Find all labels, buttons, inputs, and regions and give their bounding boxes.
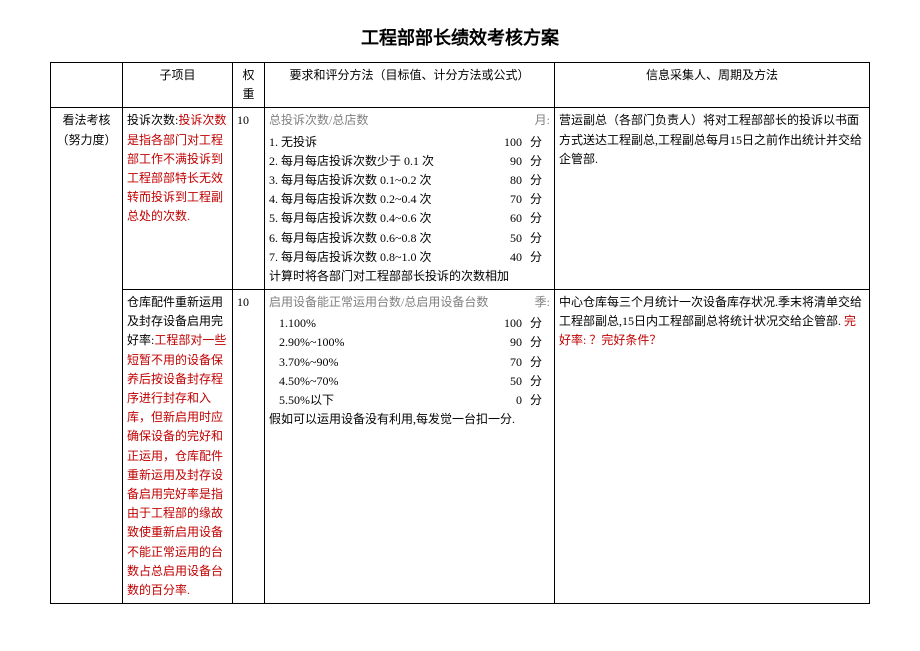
score-value: 80 (480, 171, 530, 190)
subitem-desc-red: 工程部对一些短暂不用的设备保养后按设备封存程序进行封存和入库，但新启用时应确保设… (127, 333, 226, 596)
score-label: 2. 每月每店投诉次数少于 0.1 次 (269, 152, 480, 171)
criteria-footer-black: 假如可以运用设备没有利用,每发觉一台扣一分. (269, 410, 550, 429)
header-info: 信息采集人、周期及方法 (555, 63, 870, 108)
subitem-desc-red: 投诉次数是指各部门对工程部工作不满投诉到工程部部特长无效转而投诉到工程副总处的次… (127, 113, 226, 223)
score-label: 2.90%~100% (279, 333, 480, 352)
score-unit: 分 (530, 372, 550, 391)
performance-table: 子项目 权重 要求和评分方法（目标值、计分方法或公式） 信息采集人、周期及方法 … (50, 62, 870, 604)
score-label: 3.70%~90% (279, 353, 480, 372)
table-row: 看法考核（努力度） 投诉次数:投诉次数是指各部门对工程部工作不满投诉到工程部部特… (51, 108, 870, 290)
table-row: 仓库配件重新运用及封存设备启用完好率:工程部对一些短暂不用的设备保养后按设备封存… (51, 290, 870, 604)
cell-info: 中心仓库每三个月统计一次设备库存状况.季末将清单交给工程部副总,15日内工程部副… (555, 290, 870, 604)
cell-weight: 10 (233, 108, 265, 290)
score-value: 40 (480, 248, 530, 267)
criteria-footer: 计算时将各部门对工程部部长投诉的次数相加 (269, 267, 550, 286)
criteria-period: 季: (535, 293, 550, 312)
cell-weight: 10 (233, 290, 265, 604)
criteria-formula: 总投诉次数/总店数 (269, 111, 368, 130)
score-value: 0 (480, 391, 530, 410)
info-black: 中心仓库每三个月统计一次设备库存状况.季末将清单交给工程部副总,15日内工程部副… (559, 295, 862, 328)
score-unit: 分 (530, 152, 550, 171)
header-subitem: 子项目 (123, 63, 233, 108)
score-unit: 分 (530, 391, 550, 410)
cell-info: 营运副总（各部门负责人）将对工程部部长的投诉以书面方式送达工程副总,工程副总每月… (555, 108, 870, 290)
score-value: 60 (480, 209, 530, 228)
score-label: 4. 每月每店投诉次数 0.2~0.4 次 (269, 190, 480, 209)
score-unit: 分 (530, 248, 550, 267)
criteria-period: 月: (535, 111, 550, 130)
score-unit: 分 (530, 133, 550, 152)
header-weight: 权重 (233, 63, 265, 108)
cell-criteria: 启用设备能正常运用台数/总启用设备台数 季: 1.100%100分 2.90%~… (265, 290, 555, 604)
score-unit: 分 (530, 190, 550, 209)
score-value: 90 (480, 152, 530, 171)
score-label: 4.50%~70% (279, 372, 480, 391)
cell-subitem: 仓库配件重新运用及封存设备启用完好率:工程部对一些短暂不用的设备保养后按设备封存… (123, 290, 233, 604)
score-value: 90 (480, 333, 530, 352)
header-category (51, 63, 123, 108)
score-unit: 分 (530, 209, 550, 228)
score-label: 5.50%以下 (279, 391, 480, 410)
criteria-formula: 启用设备能正常运用台数/总启用设备台数 (269, 293, 488, 312)
score-value: 100 (480, 314, 530, 333)
subitem-prefix: 投诉次数: (127, 113, 178, 127)
score-label: 3. 每月每店投诉次数 0.1~0.2 次 (269, 171, 480, 190)
score-label: 6. 每月每店投诉次数 0.6~0.8 次 (269, 229, 480, 248)
score-value: 70 (480, 190, 530, 209)
score-value: 70 (480, 353, 530, 372)
score-value: 50 (480, 372, 530, 391)
score-unit: 分 (530, 229, 550, 248)
score-unit: 分 (530, 353, 550, 372)
score-label: 7. 每月每店投诉次数 0.8~1.0 次 (269, 248, 480, 267)
score-value: 50 (480, 229, 530, 248)
score-label: 5. 每月每店投诉次数 0.4~0.6 次 (269, 209, 480, 228)
criteria-footer-black: 计算时将各部门对工程部部长投诉的次数相加 (269, 269, 509, 283)
cell-category: 看法考核（努力度） (51, 108, 123, 604)
score-unit: 分 (530, 333, 550, 352)
page-title: 工程部部长绩效考核方案 (50, 24, 870, 50)
score-label: 1.100% (279, 314, 480, 333)
table-header-row: 子项目 权重 要求和评分方法（目标值、计分方法或公式） 信息采集人、周期及方法 (51, 63, 870, 108)
score-unit: 分 (530, 171, 550, 190)
score-unit: 分 (530, 314, 550, 333)
score-label: 1. 无投诉 (269, 133, 480, 152)
cell-subitem: 投诉次数:投诉次数是指各部门对工程部工作不满投诉到工程部部特长无效转而投诉到工程… (123, 108, 233, 290)
header-criteria: 要求和评分方法（目标值、计分方法或公式） (265, 63, 555, 108)
cell-criteria: 总投诉次数/总店数 月: 1. 无投诉100分 2. 每月每店投诉次数少于 0.… (265, 108, 555, 290)
score-value: 100 (480, 133, 530, 152)
